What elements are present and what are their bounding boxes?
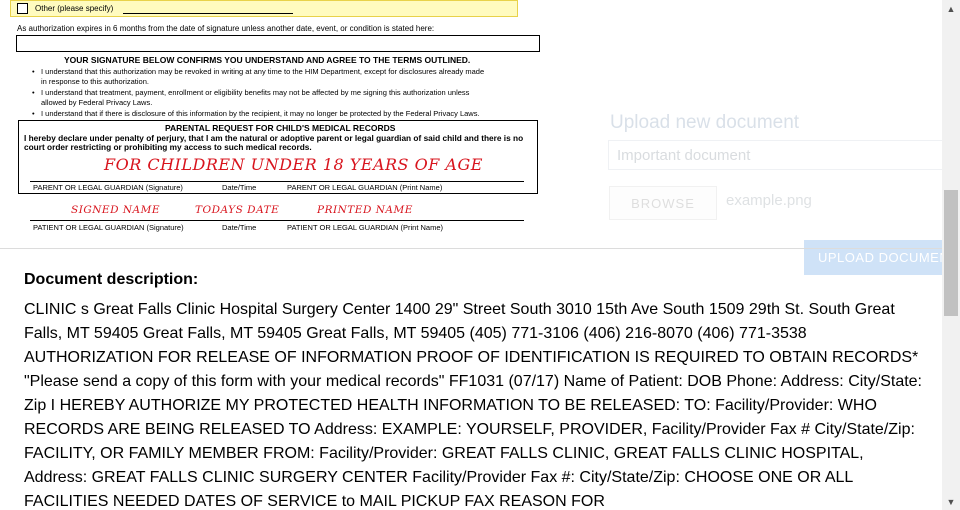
handwritten-signed-name: SIGNED NAME — [71, 204, 161, 216]
scroll-up-arrow-icon[interactable]: ▲ — [942, 0, 960, 17]
description-heading: Document description: — [24, 271, 199, 288]
patient-print-caption: PATIENT OR LEGAL GUARDIAN (Print Name) — [287, 223, 444, 232]
bullet-treatment: I understand that treatment, payment, en… — [41, 88, 470, 97]
patient-date-caption: Date/Time — [222, 223, 257, 232]
patient-signature-caption: PATIENT OR LEGAL GUARDIAN (Signature) — [33, 223, 184, 232]
parental-request-title: PARENTAL REQUEST FOR CHILD'S MEDICAL REC… — [165, 123, 396, 133]
bullet-treatment-mark: • — [32, 88, 35, 97]
other-specify-line — [123, 13, 293, 14]
other-specify-label: Other (please specify) — [35, 4, 114, 13]
bullet-revoke-cont: in response to this authorization. — [41, 77, 149, 86]
other-specify-row: Other (please specify) — [10, 0, 518, 17]
other-checkbox — [17, 3, 28, 14]
signature-header: YOUR SIGNATURE BELOW CONFIRMS YOU UNDERS… — [64, 55, 471, 65]
handwritten-todays-date: TODAYS DATE — [195, 204, 280, 216]
upload-document-button[interactable]: UPLOAD DOCUMENT — [804, 240, 949, 275]
description-body: CLINIC s Great Falls Clinic Hospital Sur… — [24, 301, 922, 510]
handwritten-children-note: FOR CHILDREN UNDER 18 YEARS OF AGE — [104, 155, 483, 174]
section-divider — [0, 248, 942, 249]
parent-signature-line — [30, 181, 524, 182]
browse-button[interactable]: BROWSE — [609, 186, 717, 220]
upload-panel: Upload new document BROWSE example.png U… — [600, 100, 949, 290]
page-scrollbar[interactable]: ▲ ▼ — [942, 0, 960, 510]
upload-title: Upload new document — [610, 112, 800, 133]
bullet-treatment-cont: allowed by Federal Privacy Laws. — [41, 98, 153, 107]
scrollbar-thumb[interactable] — [944, 190, 958, 316]
patient-signature-line — [30, 220, 524, 221]
bullet-revoke-mark: • — [32, 67, 35, 76]
scroll-down-arrow-icon[interactable]: ▼ — [942, 493, 960, 510]
handwritten-printed-name: PRINTED NAME — [317, 204, 413, 216]
declaration-line-2: court order restricting or prohibiting m… — [24, 142, 312, 152]
expire-note: As authorization expires in 6 months fro… — [17, 24, 435, 33]
parent-print-caption: PARENT OR LEGAL GUARDIAN (Print Name) — [287, 183, 443, 192]
expire-condition-box — [16, 35, 540, 52]
document-name-input[interactable] — [608, 140, 948, 170]
bullet-disclosure-mark: • — [32, 109, 35, 118]
document-preview-image: Other (please specify) As authorization … — [0, 0, 560, 248]
parent-date-caption: Date/Time — [222, 183, 257, 192]
bullet-revoke: I understand that this authorization may… — [41, 67, 485, 76]
parent-signature-caption: PARENT OR LEGAL GUARDIAN (Signature) — [33, 183, 183, 192]
bullet-disclosure: I understand that if there is disclosure… — [41, 109, 480, 118]
selected-file-name: example.png — [726, 192, 812, 209]
